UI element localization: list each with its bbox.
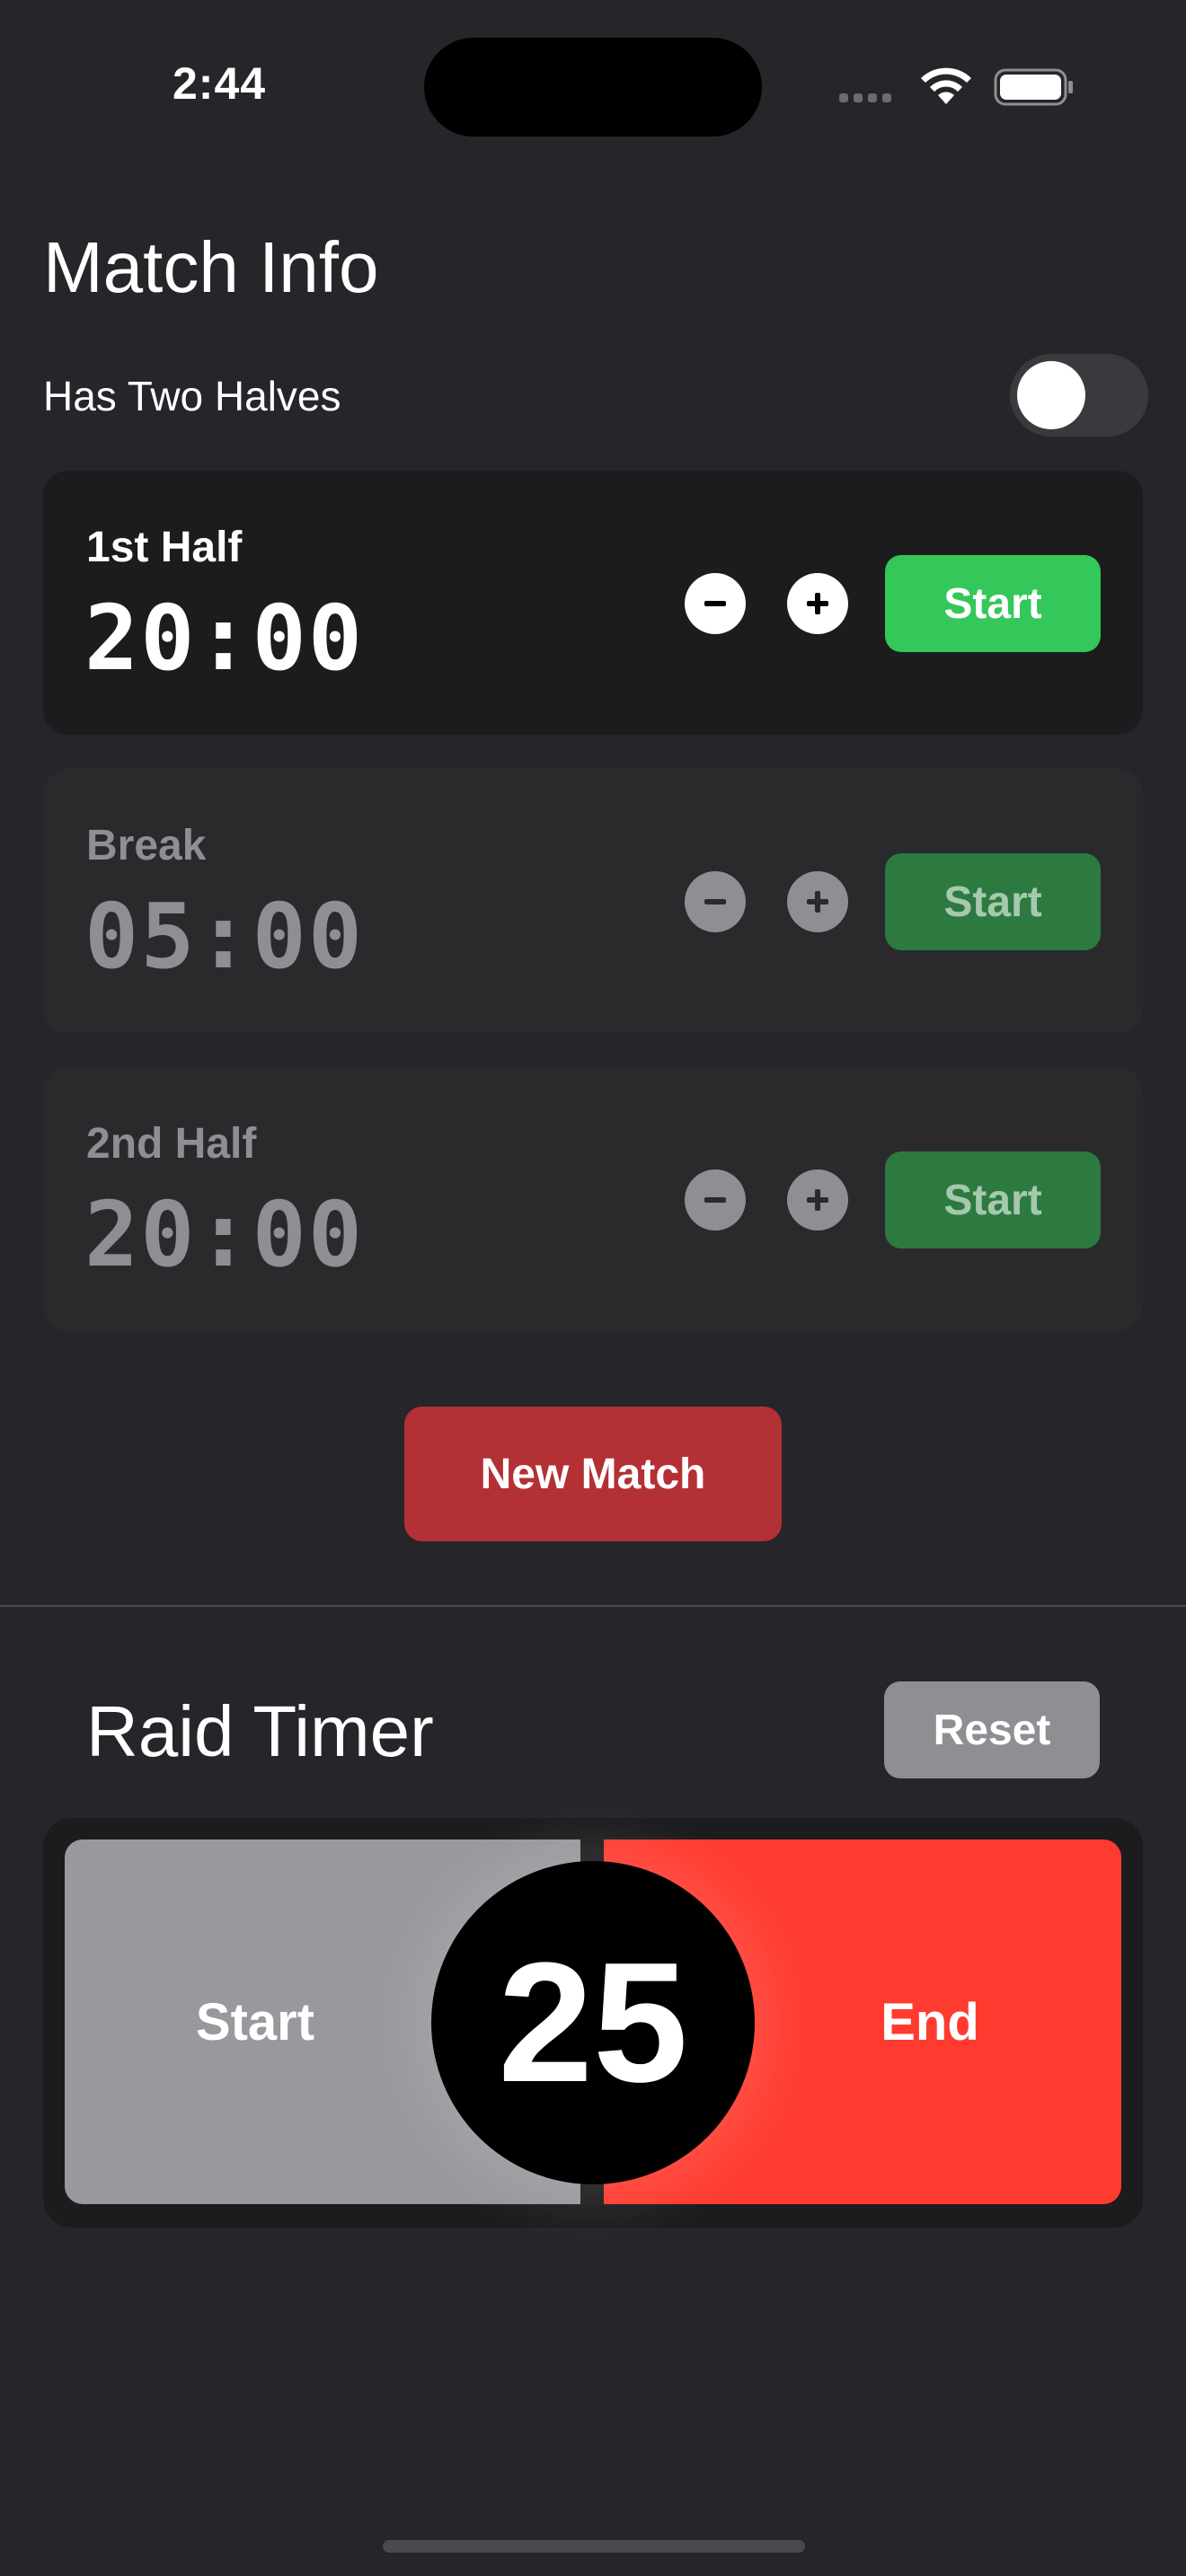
period-card-1st-half: 1st Half 20:00 Start [43, 471, 1143, 735]
cellular-signal-icon [839, 93, 891, 102]
start-period-button[interactable]: Start [885, 555, 1101, 652]
dynamic-island [424, 38, 762, 137]
two-halves-label: Has Two Halves [43, 373, 341, 419]
raid-timer-panel: Start End 25 [43, 1818, 1143, 2228]
toggle-knob [1017, 361, 1085, 429]
period-timer: 20:00 [84, 1182, 365, 1287]
home-indicator [383, 2540, 805, 2553]
decrease-button[interactable] [685, 573, 746, 634]
reset-button[interactable]: Reset [884, 1681, 1100, 1778]
plus-circle-icon [807, 1189, 828, 1211]
minus-circle-icon [704, 1197, 726, 1203]
status-time: 2:44 [173, 58, 267, 109]
period-timer: 05:00 [84, 884, 365, 989]
minus-circle-icon [704, 899, 726, 904]
increase-button[interactable] [787, 1169, 848, 1231]
raid-start-label: Start [195, 1992, 315, 2051]
wifi-icon [921, 67, 971, 104]
section-divider [0, 1605, 1186, 1607]
two-halves-toggle[interactable] [1010, 354, 1148, 437]
period-label: 2nd Half [86, 1120, 257, 1168]
period-label: 1st Half [86, 524, 243, 571]
plus-circle-icon [807, 593, 828, 614]
period-card-2nd-half: 2nd Half 20:00 Start [43, 1067, 1143, 1331]
increase-button[interactable] [787, 573, 848, 634]
period-card-break: Break 05:00 Start [43, 769, 1143, 1033]
raid-countdown: 25 [431, 1861, 755, 2184]
battery-icon [994, 68, 1073, 106]
decrease-button[interactable] [685, 1169, 746, 1231]
new-match-button[interactable]: New Match [404, 1407, 782, 1541]
raid-end-label: End [881, 1992, 979, 2051]
start-period-button[interactable]: Start [885, 1151, 1101, 1248]
decrease-button[interactable] [685, 871, 746, 932]
match-info-title: Match Info [43, 227, 379, 307]
period-label: Break [86, 822, 207, 869]
increase-button[interactable] [787, 871, 848, 932]
period-timer: 20:00 [84, 586, 365, 691]
plus-circle-icon [807, 891, 828, 913]
start-period-button[interactable]: Start [885, 853, 1101, 950]
raid-timer-title: Raid Timer [86, 1691, 434, 1771]
minus-circle-icon [704, 601, 726, 606]
